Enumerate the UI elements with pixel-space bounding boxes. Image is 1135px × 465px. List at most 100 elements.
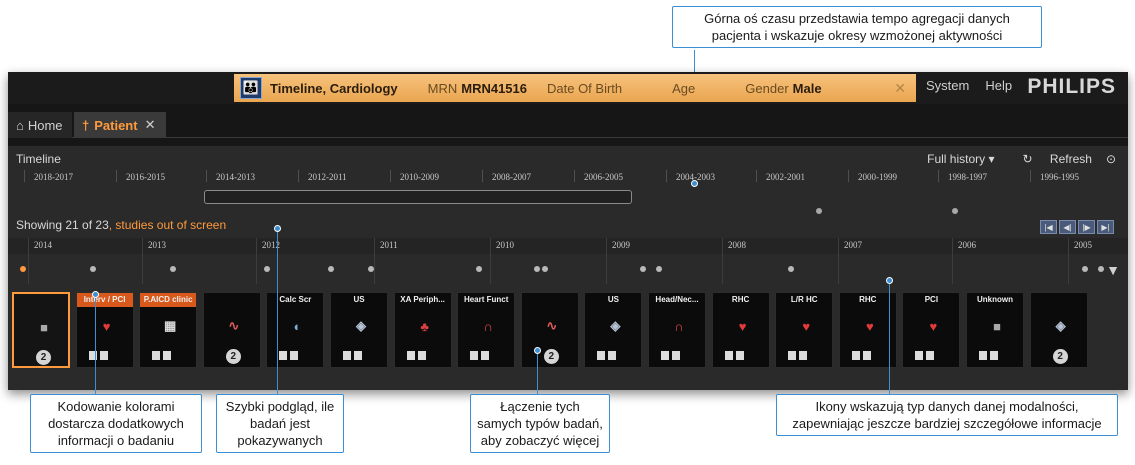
document-icon xyxy=(661,351,683,360)
heart-catheter-icon: ♥ xyxy=(802,318,811,334)
study-marker-dot[interactable] xyxy=(20,266,26,272)
study-card[interactable]: P.AICD clinic ▦ xyxy=(139,292,198,368)
upper-axis-tick xyxy=(482,170,483,182)
document-icon xyxy=(851,351,874,360)
callout-upper-timeline: Górna oś czasu przedstawia tempo agregac… xyxy=(672,6,1042,48)
study-card-label: RHC xyxy=(859,295,877,304)
showing-text: Showing 21 of 23 xyxy=(16,218,109,232)
full-history-label: Full history xyxy=(927,152,986,166)
lower-axis-separator xyxy=(1068,238,1069,284)
tab-close-icon[interactable]: ✕ xyxy=(145,117,156,133)
callout-marker xyxy=(534,347,541,354)
study-card-label: Calc Scr xyxy=(279,295,312,304)
refresh-button[interactable]: ↻ Refresh xyxy=(1009,152,1092,166)
ultrasound-icon: ◈ xyxy=(356,318,366,333)
callout-marker xyxy=(886,277,893,284)
study-marker-dot[interactable] xyxy=(264,266,270,272)
lower-axis-separator xyxy=(606,238,607,284)
callout-icons-text: Ikony wskazują typ danych danej modalnoś… xyxy=(792,399,1102,431)
patient-icon: 👪 xyxy=(240,77,262,99)
study-marker-dot[interactable] xyxy=(534,266,540,272)
study-card[interactable]: ∿ 2 xyxy=(520,292,579,368)
upper-axis-label: 2008-2007 xyxy=(492,172,531,182)
timeline-panel: Timeline Full history ▾ ↻ Refresh ⊙ 2018… xyxy=(8,146,1128,390)
study-marker-dot[interactable] xyxy=(640,266,646,272)
study-card[interactable]: PCI ♥ xyxy=(902,292,961,368)
upper-axis-tick xyxy=(116,170,117,182)
study-card[interactable]: US ◈ xyxy=(584,292,643,368)
lower-timeline[interactable]: 2014 2013 2012 2011 2010 2009 2008 2007 2006 2005 xyxy=(8,238,1128,284)
upper-axis-tick xyxy=(574,170,575,182)
upper-axis-tick xyxy=(24,170,25,182)
prev-icon[interactable]: ◀| xyxy=(1059,220,1076,234)
study-card[interactable]: Unknown ■ xyxy=(966,292,1024,368)
callout-upper-timeline-text: Górna oś czasu przedstawia tempo agregac… xyxy=(704,11,1010,43)
app-header: 👪 Timeline, Cardiology MRN MRN41516 Date… xyxy=(8,72,1128,104)
study-card[interactable]: ◈ 2 xyxy=(1029,292,1088,368)
document-icon xyxy=(152,351,174,360)
callout-color-coding: Kodowanie kolorami dostarcza dodatkowych… xyxy=(30,394,202,453)
study-marker-dot[interactable] xyxy=(656,266,662,272)
document-icon xyxy=(597,351,619,360)
philips-logo: PHILIPS xyxy=(1027,75,1116,98)
lower-axis-label: 2011 xyxy=(380,240,398,250)
tab-patient[interactable]: † Patient ✕ xyxy=(74,112,166,138)
study-marker-dot[interactable] xyxy=(788,266,794,272)
document-icon xyxy=(88,351,111,360)
lower-axis-separator xyxy=(952,238,953,284)
study-card[interactable]: Head/Nec... ∩ xyxy=(648,292,706,368)
dob-label: Date Of Birth xyxy=(547,80,623,96)
full-history-dropdown[interactable]: Full history ▾ xyxy=(913,152,994,166)
mrn-value: MRN41516 xyxy=(461,80,527,96)
study-card[interactable]: US ◈ xyxy=(330,292,388,368)
ecg-icon: ∿ xyxy=(228,318,240,333)
study-cards: ■ 2 Interv / PCI ♥ P.AICD clinic ▦ ∿ 2 Calc Scr ◐… xyxy=(12,292,1112,374)
app-window: 👪 Timeline, Cardiology MRN MRN41516 Date… xyxy=(8,72,1128,390)
document-icon xyxy=(724,351,747,360)
study-card[interactable]: Calc Scr ◐ xyxy=(266,292,325,368)
first-icon[interactable]: |◀ xyxy=(1040,220,1057,234)
study-card[interactable]: L/R HC ♥ xyxy=(775,292,834,368)
study-card[interactable]: ∿ 2 xyxy=(202,292,261,368)
study-card-label: L/R HC xyxy=(790,295,818,304)
upper-axis-tick xyxy=(298,170,299,182)
lower-axis-separator xyxy=(256,238,257,284)
tab-home[interactable]: ⌂ Home xyxy=(8,112,72,138)
study-card[interactable]: Heart Funct ∩ xyxy=(457,292,516,368)
study-card[interactable]: ■ 2 xyxy=(12,292,70,368)
lower-axis-separator xyxy=(722,238,723,284)
lower-axis-label: 2010 xyxy=(496,240,514,250)
collapse-icon[interactable]: ⊙ xyxy=(1106,152,1116,166)
callout-grouping: Łączenie tych samych typów badań, aby zo… xyxy=(470,394,610,453)
mrn-label: MRN xyxy=(427,80,458,96)
callout-connector xyxy=(95,294,96,394)
study-card[interactable]: RHC ♥ xyxy=(711,292,770,368)
nav-system[interactable]: System xyxy=(926,78,969,93)
home-icon: ⌂ xyxy=(16,117,24,133)
study-count-badge: 2 xyxy=(1052,349,1068,364)
banner-close-icon[interactable]: ✕ xyxy=(894,80,906,97)
study-marker-dot[interactable] xyxy=(1082,266,1088,272)
document-icon xyxy=(979,351,1001,360)
study-marker-dot[interactable] xyxy=(90,266,96,272)
nav-help[interactable]: Help xyxy=(985,78,1012,93)
document-icon xyxy=(788,351,810,360)
study-marker-dot[interactable] xyxy=(170,266,176,272)
study-marker-dot[interactable] xyxy=(476,266,482,272)
study-marker-dot[interactable] xyxy=(542,266,548,272)
study-card[interactable]: Interv / PCI ♥ xyxy=(75,292,134,368)
study-marker-dot[interactable] xyxy=(328,266,334,272)
study-marker-dot[interactable] xyxy=(368,266,374,272)
last-icon[interactable]: ▶| xyxy=(1097,220,1114,234)
upper-activity-dot[interactable] xyxy=(816,208,822,214)
next-icon[interactable]: |▶ xyxy=(1078,220,1095,234)
upper-activity-dot[interactable] xyxy=(952,208,958,214)
study-marker-dot[interactable] xyxy=(1098,266,1104,272)
study-card[interactable]: XA Periph... ♣ xyxy=(393,292,452,368)
showing-count: Showing 21 of 23, studies out of screen xyxy=(16,218,226,232)
visible-range-bracket[interactable] xyxy=(204,190,632,204)
filter-icon[interactable]: ▼ xyxy=(1106,262,1120,278)
study-card-label: Interv / PCI xyxy=(76,293,133,307)
ecg-icon: ∿ xyxy=(546,318,558,333)
upper-axis-tick xyxy=(390,170,391,182)
